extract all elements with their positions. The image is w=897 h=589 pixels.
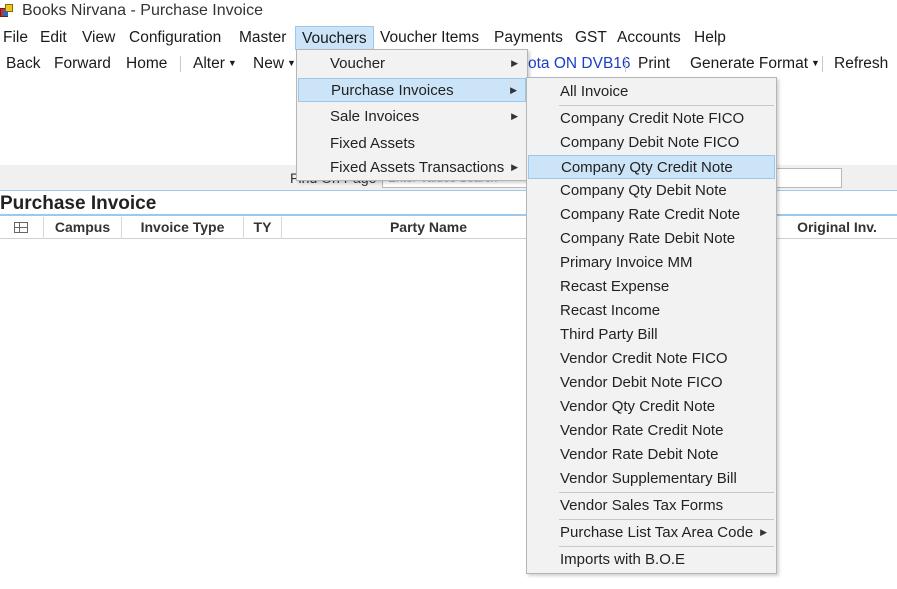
purchase-invoices-submenu: All Invoice Company Credit Note FICO Com…: [526, 77, 777, 574]
column-header-campus[interactable]: Campus: [44, 217, 122, 239]
menu-separator: [559, 492, 774, 493]
submenu-item[interactable]: Recast Expense: [528, 275, 775, 299]
menu-edit[interactable]: Edit: [34, 26, 73, 50]
submenu-item[interactable]: Recast Income: [528, 299, 775, 323]
menu-master[interactable]: Master: [233, 26, 292, 50]
voucher-link[interactable]: ota ON DVB16: [528, 52, 631, 76]
submenu-item[interactable]: Vendor Rate Debit Note: [528, 443, 775, 467]
vouchers-menu: Voucher ▶ Purchase Invoices ▶ Sale Invoi…: [296, 49, 528, 181]
menu-view[interactable]: View: [76, 26, 121, 50]
column-header-original-inv[interactable]: Original Inv.: [776, 217, 897, 239]
submenu-item[interactable]: Vendor Sales Tax Forms: [528, 494, 775, 518]
submenu-item[interactable]: Company Qty Debit Note: [528, 179, 775, 203]
submenu-item[interactable]: Vendor Rate Credit Note: [528, 419, 775, 443]
menu-item-purchase-invoices[interactable]: Purchase Invoices ▶: [298, 78, 526, 102]
submenu-item[interactable]: Company Credit Note FICO: [528, 107, 775, 131]
submenu-item-company-qty-credit-note[interactable]: Company Qty Credit Note: [528, 155, 775, 179]
alter-button[interactable]: Alter ▼: [193, 52, 237, 76]
refresh-button[interactable]: Refresh: [834, 52, 888, 76]
menu-item-label: Fixed Assets Transactions: [330, 159, 505, 176]
alter-label: Alter: [193, 55, 225, 72]
submenu-arrow-icon: ▶: [510, 85, 517, 95]
column-header-ty[interactable]: TY: [244, 217, 282, 239]
dropdown-caret-icon: ▼: [227, 58, 237, 68]
grid-menu-button[interactable]: [0, 217, 44, 239]
menu-configuration[interactable]: Configuration: [123, 26, 227, 50]
menu-item-label: Fixed Assets: [330, 135, 416, 152]
generate-format-label: Generate Format: [690, 55, 809, 72]
submenu-item[interactable]: Company Debit Note FICO: [528, 131, 775, 155]
menu-vouchers[interactable]: Vouchers: [295, 26, 374, 50]
title-bar: Books Nirvana - Purchase Invoice: [0, 0, 897, 24]
menu-item-fixed-assets[interactable]: Fixed Assets: [298, 132, 526, 156]
toolbar-separator: [180, 56, 181, 72]
toolbar-separator: [822, 56, 823, 72]
menu-gst[interactable]: GST: [569, 26, 613, 50]
menu-help[interactable]: Help: [688, 26, 732, 50]
menu-separator: [559, 105, 774, 106]
submenu-item-purchase-list-tax-area-code[interactable]: Purchase List Tax Area Code ▶: [528, 521, 775, 545]
submenu-item[interactable]: Primary Invoice MM: [528, 251, 775, 275]
toolbar-separator: [625, 56, 626, 72]
dropdown-caret-icon: ▼: [811, 58, 820, 68]
forward-button[interactable]: Forward: [54, 52, 111, 76]
window-title: Books Nirvana - Purchase Invoice: [22, 2, 263, 19]
grid-menu-icon: [14, 222, 28, 233]
dropdown-caret-icon: ▼: [287, 58, 296, 68]
menu-separator: [559, 519, 774, 520]
submenu-item[interactable]: Vendor Supplementary Bill: [528, 467, 775, 491]
submenu-arrow-icon: ▶: [760, 527, 767, 537]
menu-item-fixed-assets-transactions[interactable]: Fixed Assets Transactions ▶: [298, 156, 526, 180]
menu-item-label: Purchase Invoices: [331, 82, 454, 99]
submenu-item[interactable]: Vendor Qty Credit Note: [528, 395, 775, 419]
home-button[interactable]: Home: [126, 52, 167, 76]
print-button[interactable]: Print: [638, 52, 670, 76]
menu-item-label: Voucher: [330, 55, 386, 72]
new-button[interactable]: New ▼: [253, 52, 296, 76]
submenu-arrow-icon: ▶: [511, 111, 518, 121]
generate-format-button[interactable]: Generate Format ▼: [690, 52, 820, 76]
submenu-item[interactable]: Company Rate Debit Note: [528, 227, 775, 251]
submenu-item-all-invoice[interactable]: All Invoice: [528, 80, 775, 104]
page-title: Purchase Invoice: [0, 193, 157, 214]
menu-separator: [559, 546, 774, 547]
submenu-item[interactable]: Imports with B.O.E: [528, 548, 775, 572]
menu-file[interactable]: File: [0, 26, 34, 50]
menu-item-sale-invoices[interactable]: Sale Invoices ▶: [298, 105, 526, 129]
back-button[interactable]: Back: [6, 52, 40, 76]
column-header-invoice-type[interactable]: Invoice Type: [122, 217, 244, 239]
menu-voucher-items[interactable]: Voucher Items: [374, 26, 485, 50]
submenu-arrow-icon: ▶: [511, 58, 518, 68]
submenu-arrow-icon: ▶: [511, 162, 518, 172]
menu-item-label: Sale Invoices: [330, 108, 420, 125]
menu-item-label: Purchase List Tax Area Code: [560, 524, 754, 541]
new-label: New: [253, 55, 285, 72]
app-icon: [0, 3, 14, 17]
menu-accounts[interactable]: Accounts: [611, 26, 687, 50]
menu-item-voucher[interactable]: Voucher ▶: [298, 52, 526, 76]
menu-bar: File Edit View Configuration Master Vouc…: [0, 26, 897, 50]
submenu-item[interactable]: Third Party Bill: [528, 323, 775, 347]
menu-payments[interactable]: Payments: [488, 26, 569, 50]
submenu-item[interactable]: Vendor Credit Note FICO: [528, 347, 775, 371]
submenu-item[interactable]: Company Rate Credit Note: [528, 203, 775, 227]
submenu-item[interactable]: Vendor Debit Note FICO: [528, 371, 775, 395]
